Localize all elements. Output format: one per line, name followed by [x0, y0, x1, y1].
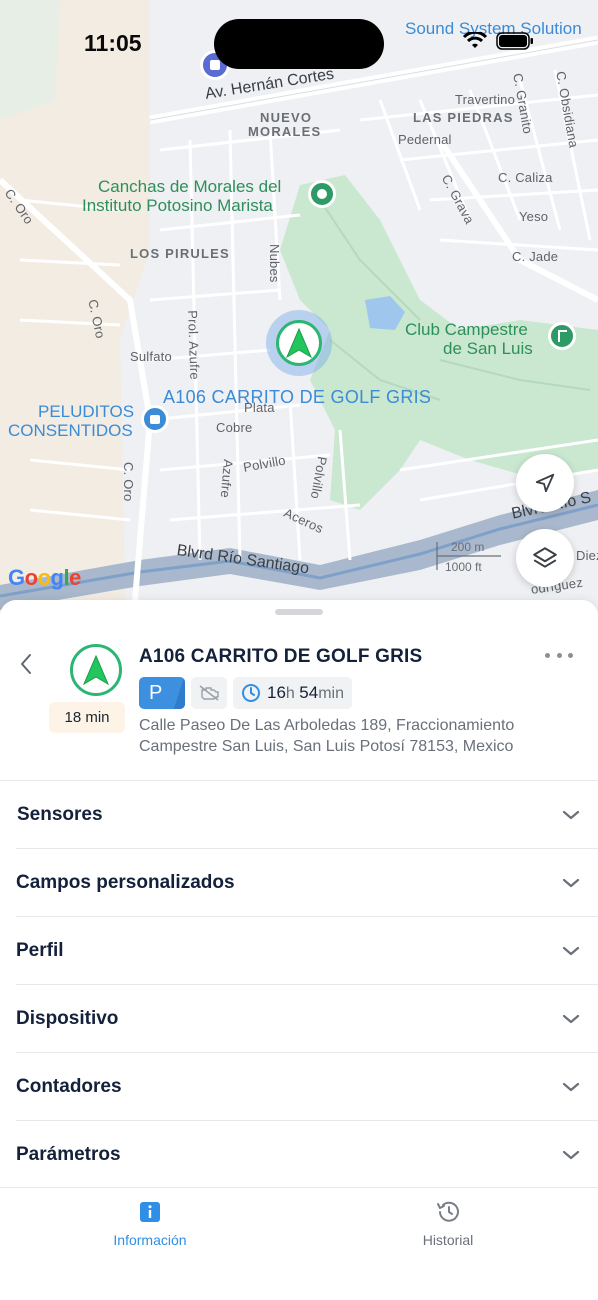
vehicle-status-icon — [70, 644, 122, 696]
map-label-peluditos-2: CONSENTIDOS — [8, 421, 133, 440]
section-contadores[interactable]: Contadores — [16, 1052, 598, 1120]
section-title: Campos personalizados — [16, 871, 235, 893]
map-label-las-piedras: LAS PIEDRAS — [413, 110, 514, 125]
more-options-button[interactable] — [545, 648, 573, 662]
section-campos-personalizados[interactable]: Campos personalizados — [16, 848, 598, 916]
map-label-plata: Plata — [244, 400, 275, 415]
map-label-cobre: Cobre — [216, 420, 253, 435]
section-parametros[interactable]: Parámetros — [16, 1120, 598, 1188]
engine-off-chip — [191, 677, 227, 709]
navigation-arrow-icon — [286, 328, 312, 358]
chevron-down-icon — [562, 1014, 580, 1023]
clock-icon — [242, 684, 260, 702]
chevron-down-icon — [562, 1150, 580, 1159]
tab-label: Información — [113, 1232, 187, 1248]
section-title: Parámetros — [16, 1143, 121, 1165]
eta-badge: 18 min — [49, 702, 125, 733]
map-label-club-2: de San Luis — [443, 339, 533, 358]
stop-duration-chip: 16h 54min — [233, 677, 352, 709]
duration-hours: 16 — [267, 683, 286, 702]
map-label-prol-azufre: Prol. Azufre — [185, 310, 203, 381]
scale-meters: 200 m — [451, 540, 485, 554]
section-title: Perfil — [16, 939, 64, 961]
map-label-peluditos-1: PELUDITOS — [38, 402, 135, 421]
map-label-los-pirules: LOS PIRULES — [130, 246, 230, 261]
bottom-tab-bar: Información Historial — [0, 1187, 598, 1300]
battery-icon — [496, 32, 533, 50]
back-button[interactable] — [14, 652, 38, 676]
tab-historial[interactable]: Historial — [373, 1200, 523, 1248]
navigation-arrow-icon — [83, 655, 109, 685]
google-logo: Google — [8, 565, 81, 590]
map-label-c-jade: C. Jade — [512, 249, 559, 264]
map-scale: 200 m 1000 ft — [405, 540, 505, 576]
map-label-nuevo: NUEVO — [260, 110, 313, 125]
tab-informacion[interactable]: Información — [75, 1200, 225, 1248]
section-title: Contadores — [16, 1075, 122, 1097]
map-layers-button[interactable] — [516, 529, 574, 587]
map-label-c-caliza: C. Caliza — [498, 170, 553, 185]
info-icon — [140, 1202, 160, 1222]
map-label-diez: Diez — [576, 548, 598, 563]
golf-pin-icon[interactable] — [548, 322, 576, 350]
duration-minutes: 54 — [299, 683, 319, 702]
status-icons — [462, 32, 534, 50]
history-icon — [437, 1201, 459, 1222]
map-view[interactable]: Sound System Solution Av. Hernán Cortes … — [0, 0, 598, 640]
map-label-morales: MORALES — [248, 124, 322, 139]
map-label-nubes: Nubes — [267, 244, 282, 283]
chevron-down-icon — [562, 946, 580, 955]
sheet-grabber[interactable] — [275, 609, 323, 615]
map-label-pedernal: Pedernal — [398, 132, 452, 147]
section-title: Dispositivo — [16, 1007, 119, 1029]
map-label-canchas-2: Instituto Potosino Marista — [82, 196, 273, 215]
map-label-c-oro-low: C. Oro — [121, 462, 136, 502]
park-pin-icon[interactable] — [308, 180, 336, 208]
wifi-icon — [462, 32, 488, 48]
map-label-sulfato: Sulfato — [130, 349, 172, 364]
chevron-down-icon — [562, 878, 580, 887]
dynamic-island — [214, 19, 384, 69]
my-location-button[interactable] — [516, 454, 574, 512]
tab-label: Historial — [422, 1232, 474, 1248]
chevron-down-icon — [562, 1082, 580, 1091]
vehicle-name: A106 CARRITO DE GOLF GRIS — [139, 646, 423, 667]
section-title: Sensores — [17, 803, 103, 825]
section-sensores[interactable]: Sensores — [0, 780, 598, 848]
map-label-canchas-1: Canchas de Morales del — [98, 177, 282, 196]
section-perfil[interactable]: Perfil — [16, 916, 598, 984]
vehicle-details-sheet[interactable]: 18 min A106 CARRITO DE GOLF GRIS P 16h 5… — [0, 600, 598, 1300]
vehicle-address: Calle Paseo De Las Arboledas 189, Fracci… — [139, 717, 515, 755]
section-dispositivo[interactable]: Dispositivo — [16, 984, 598, 1052]
map-label-club-1: Club Campestre — [405, 320, 528, 339]
duration-minutes-unit: min — [318, 685, 344, 702]
status-time: 11:05 — [84, 30, 142, 56]
layers-icon — [533, 547, 557, 568]
shopping-pin-icon[interactable] — [141, 405, 169, 433]
location-arrow-icon — [535, 473, 555, 493]
map-label-travertino: Travertino — [455, 92, 516, 107]
scale-feet: 1000 ft — [445, 560, 482, 574]
map-vehicle-label[interactable]: A106 CARRITO DE GOLF GRIS — [163, 387, 431, 408]
parked-status-chip: P — [139, 677, 185, 709]
chevron-down-icon — [562, 810, 580, 819]
engine-off-icon — [199, 685, 219, 701]
duration-hours-unit: h — [285, 685, 295, 702]
vehicle-map-marker[interactable] — [266, 310, 332, 376]
map-label-yeso: Yeso — [519, 209, 549, 224]
chevron-left-icon — [21, 654, 31, 674]
vehicle-status-chips: P 16h 54min — [139, 677, 352, 709]
parked-status-label: P — [149, 681, 163, 704]
